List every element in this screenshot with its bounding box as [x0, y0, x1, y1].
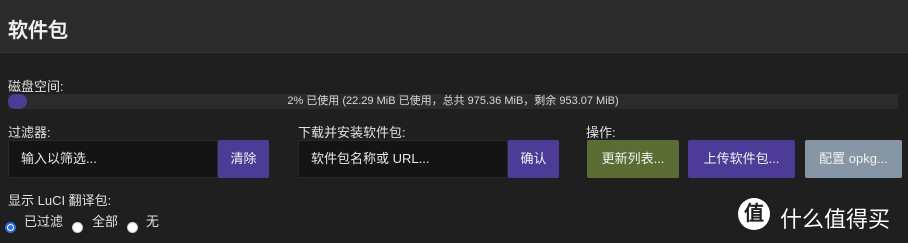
- radio-all[interactable]: [72, 222, 83, 233]
- radio-none[interactable]: [127, 222, 138, 233]
- watermark: 值 什么值得买: [738, 198, 898, 232]
- page-title: 软件包: [8, 20, 68, 42]
- filter-label: 过滤器:: [8, 125, 51, 140]
- confirm-button[interactable]: 确认: [508, 140, 559, 178]
- actions-label: 操作:: [586, 125, 616, 140]
- disk-usage-bar: 2% 已使用 (22.29 MiB 已使用，总共 975.36 MiB，剩余 9…: [8, 94, 898, 109]
- translation-label: 显示 LuCI 翻译包:: [8, 193, 112, 208]
- clear-button[interactable]: 清除: [218, 140, 269, 178]
- filter-input[interactable]: 输入以筛选...: [8, 140, 218, 178]
- update-lists-button[interactable]: 更新列表...: [587, 140, 679, 178]
- download-install-label: 下载并安装软件包:: [298, 125, 406, 140]
- radio-filtered-label: 已过滤: [24, 214, 64, 229]
- disk-space-label: 磁盘空间:: [8, 79, 64, 94]
- configure-opkg-button[interactable]: 配置 opkg...: [805, 140, 902, 178]
- disk-usage-text: 2% 已使用 (22.29 MiB 已使用，总共 975.36 MiB，剩余 9…: [287, 95, 619, 107]
- radio-none-label: 无: [146, 214, 160, 229]
- radio-all-label: 全部: [92, 214, 119, 229]
- upload-package-button[interactable]: 上传软件包...: [688, 140, 795, 178]
- package-url-input[interactable]: 软件包名称或 URL...: [298, 140, 508, 178]
- page-header: 软件包: [0, 0, 908, 53]
- watermark-text: 什么值得买: [780, 207, 891, 232]
- watermark-logo-icon: 值: [738, 198, 770, 230]
- radio-filtered[interactable]: [5, 222, 16, 233]
